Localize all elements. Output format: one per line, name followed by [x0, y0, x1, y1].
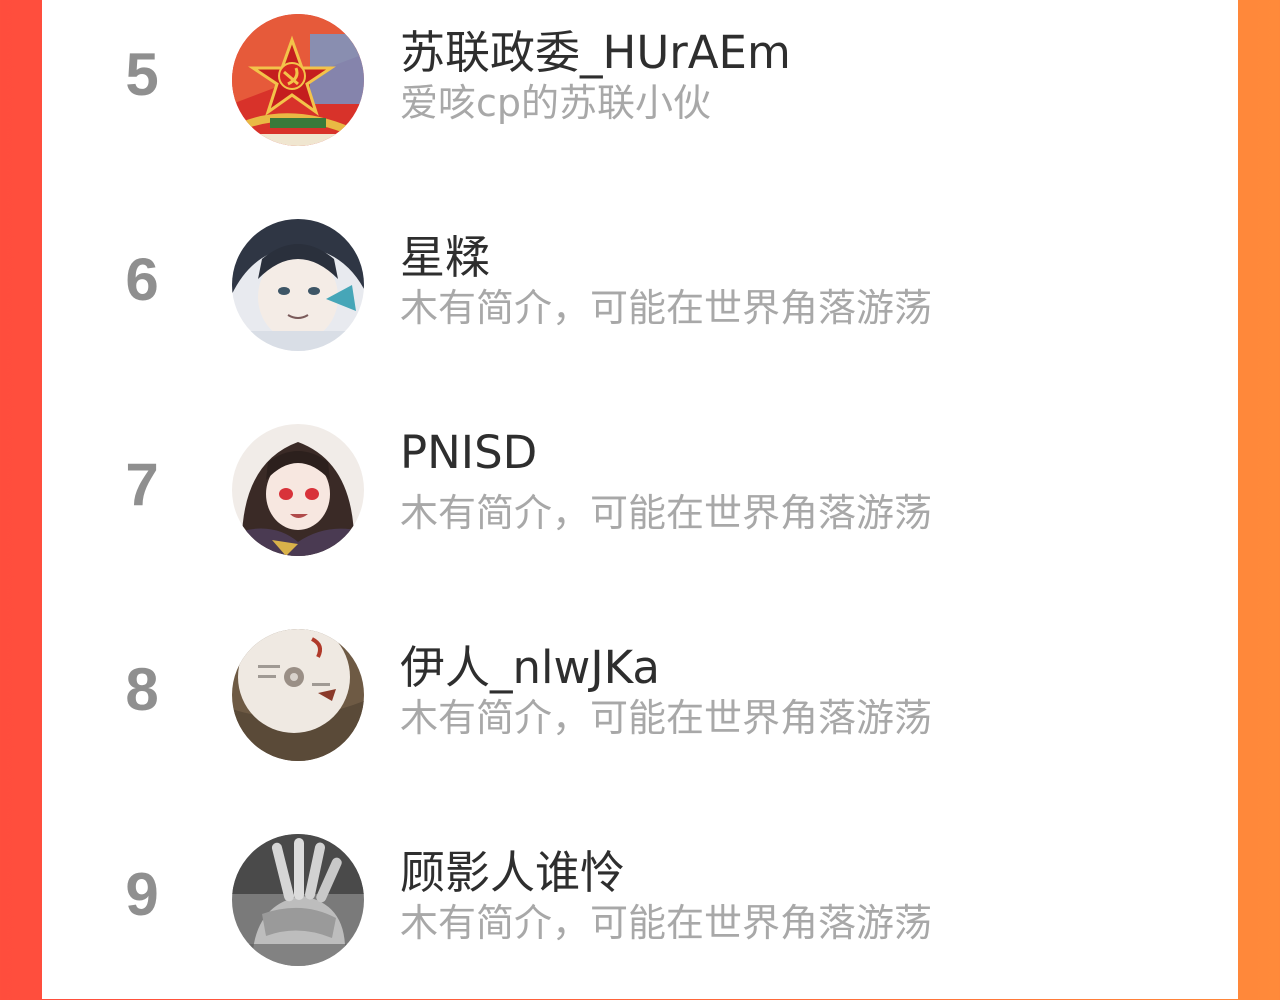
- list-item[interactable]: 6 星糅 木有简介，可能在世界角落游荡: [42, 205, 1238, 385]
- user-bio: 木有简介，可能在世界角落游荡: [400, 491, 933, 535]
- list-item[interactable]: 7 PNISD 木有简介，可能在世界角落游荡: [42, 410, 1238, 590]
- rank-number: 9: [125, 861, 159, 928]
- user-bio: 木有简介，可能在世界角落游荡: [400, 696, 933, 740]
- rank-number: 7: [125, 451, 159, 518]
- soviet-star-avatar[interactable]: [232, 14, 364, 146]
- user-bio: 木有简介，可能在世界角落游荡: [400, 901, 933, 945]
- ranking-list: 5 苏联政委_HUrAEm 爱咳cp的苏联小伙 6 星糅 木有简介，可能在世界角…: [42, 0, 1238, 999]
- user-bio: 木有简介，可能在世界角落游荡: [400, 286, 933, 330]
- disc-photo-avatar[interactable]: [232, 629, 364, 761]
- user-bio: 爱咳cp的苏联小伙: [400, 81, 712, 125]
- rank-number: 5: [125, 41, 159, 108]
- anime-girl-avatar[interactable]: [232, 219, 364, 351]
- ranking-page: 5 苏联政委_HUrAEm 爱咳cp的苏联小伙 6 星糅 木有简介，可能在世界角…: [0, 0, 1280, 999]
- user-name[interactable]: PNISD: [400, 426, 537, 479]
- rank-number: 8: [125, 656, 159, 723]
- list-item[interactable]: 9 顾影人谁怜 木有简介，可能在世界角落游荡: [42, 820, 1238, 1000]
- grayscale-hand-avatar[interactable]: [232, 834, 364, 966]
- rank-number: 6: [125, 246, 159, 313]
- red-eyed-anime-avatar[interactable]: [232, 424, 364, 556]
- list-item[interactable]: 5 苏联政委_HUrAEm 爱咳cp的苏联小伙: [42, 0, 1238, 180]
- list-item[interactable]: 8 伊人_nlwJKa 木有简介，可能在世界角落游荡: [42, 615, 1238, 795]
